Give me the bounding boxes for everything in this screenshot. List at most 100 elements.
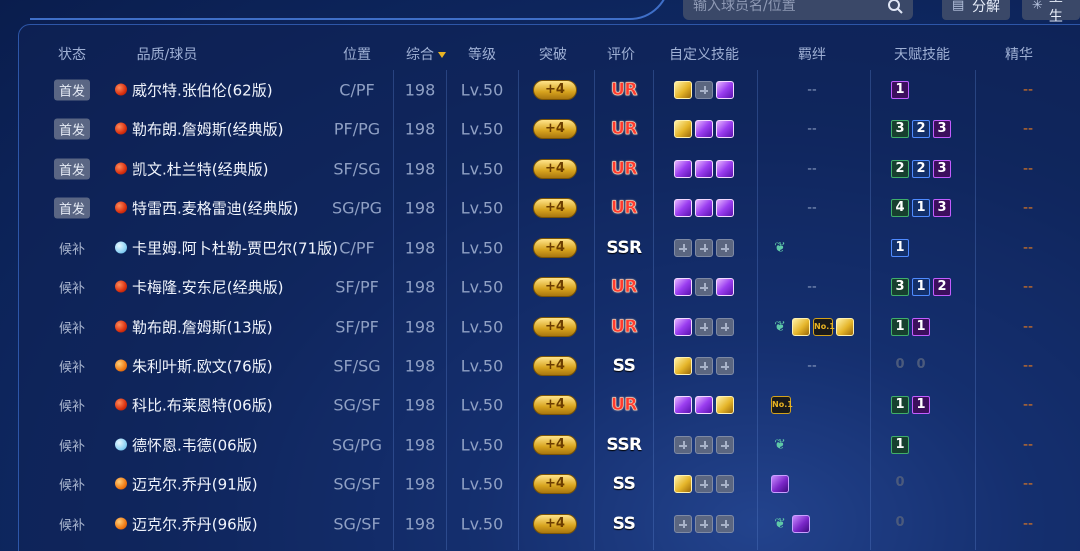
skill-icon[interactable] [674, 395, 692, 414]
table-row[interactable]: 候补 朱利叶斯.欧文(76版) SF/SG 198 Lv.50 +4 SS -- 0 0 -- [0, 346, 1040, 385]
talent-level[interactable]: 3 [933, 198, 951, 217]
skill-icon[interactable] [695, 198, 713, 217]
talent-level[interactable]: 1 [891, 80, 909, 99]
player-name-cell[interactable]: 德怀恩.韦德(06版) [115, 434, 258, 455]
bond-icon[interactable] [792, 514, 810, 533]
skill-icon[interactable] [674, 317, 692, 336]
skill-icon[interactable] [674, 80, 692, 99]
add-skill-icon[interactable] [674, 514, 692, 533]
skill-icon[interactable] [674, 119, 692, 138]
talent-level[interactable]: 1 [891, 238, 909, 257]
bond-emblem-icon[interactable]: ❦ [771, 318, 789, 336]
table-row[interactable]: 候补 迈克尔.乔丹(96版) SG/SF 198 Lv.50 +4 SS ❦ 0 -- [0, 504, 1040, 543]
talent-level[interactable]: 1 [912, 395, 930, 414]
talent-level[interactable]: 0 [891, 515, 909, 533]
skill-icon[interactable] [674, 474, 692, 493]
skill-icon[interactable] [674, 198, 692, 217]
table-row[interactable]: 候补 卡里姆.阿卜杜勒-贾巴尔(71版) C/PF 198 Lv.50 +4 SSR ❦ 1 -- [0, 228, 1040, 267]
bond-icon[interactable] [836, 317, 854, 336]
add-skill-icon[interactable] [695, 317, 713, 336]
player-name-cell[interactable]: 特雷西.麦格雷迪(经典版) [115, 197, 298, 218]
add-skill-icon[interactable] [716, 238, 734, 257]
skill-icon[interactable] [674, 356, 692, 375]
player-name-cell[interactable]: 科比.布莱恩特(06版) [115, 394, 273, 415]
bond-emblem-icon[interactable]: ❦ [771, 436, 789, 454]
table-row[interactable]: 候补 卡梅隆.安东尼(经典版) SF/PF 198 Lv.50 +4 UR -- 3 1 2 -- [0, 267, 1040, 306]
talent-level[interactable]: 2 [933, 277, 951, 296]
table-row[interactable]: 首发 威尔特.张伯伦(62版) C/PF 198 Lv.50 +4 UR -- 1 -- [0, 70, 1040, 109]
player-name-cell[interactable]: 迈克尔.乔丹(96版) [115, 513, 258, 534]
add-skill-icon[interactable] [695, 474, 713, 493]
talent-level[interactable]: 0 [891, 475, 909, 493]
search-icon[interactable] [887, 0, 903, 14]
player-name-cell[interactable]: 威尔特.张伯伦(62版) [115, 79, 273, 100]
talent-level[interactable]: 3 [933, 159, 951, 178]
player-name-cell[interactable]: 凯文.杜兰特(经典版) [115, 158, 268, 179]
header-overall[interactable]: 综合 [406, 44, 446, 64]
skill-icon[interactable] [716, 80, 734, 99]
add-skill-icon[interactable] [695, 238, 713, 257]
skill-icon[interactable] [716, 119, 734, 138]
skill-icon[interactable] [674, 277, 692, 296]
talent-level[interactable]: 1 [891, 435, 909, 454]
talent-level[interactable]: 1 [912, 277, 930, 296]
talent-level[interactable]: 1 [912, 317, 930, 336]
skill-icon[interactable] [695, 395, 713, 414]
bond-icon[interactable] [771, 474, 789, 493]
talent-level[interactable]: 2 [891, 159, 909, 178]
table-row[interactable]: 首发 凯文.杜兰特(经典版) SF/SG 198 Lv.50 +4 UR -- 2 2 3 -- [0, 149, 1040, 188]
talent-level[interactable]: 0 [912, 357, 930, 375]
table-row[interactable]: 候补 迈克尔.乔丹(91版) SG/SF 198 Lv.50 +4 SS 0 -- [0, 464, 1040, 503]
skill-icon[interactable] [716, 198, 734, 217]
talent-level[interactable]: 2 [912, 159, 930, 178]
add-skill-icon[interactable] [716, 317, 734, 336]
add-skill-icon[interactable] [695, 435, 713, 454]
bond-no1-icon[interactable]: No.1 [813, 317, 835, 336]
table-row[interactable]: 候补 勒布朗.詹姆斯(13版) SF/PF 198 Lv.50 +4 UR ❦ No.1 1 1 -- [0, 307, 1040, 346]
search-box[interactable] [683, 0, 913, 20]
bond-emblem-icon[interactable]: ❦ [771, 239, 789, 257]
bond-icon[interactable] [792, 317, 810, 336]
rebirth-button[interactable]: ✳ 重生 [1022, 0, 1080, 25]
add-skill-icon[interactable] [674, 435, 692, 454]
talent-level[interactable]: 0 [891, 357, 909, 375]
talent-level[interactable]: 3 [891, 119, 909, 138]
add-skill-icon[interactable] [716, 356, 734, 375]
player-name-cell[interactable]: 勒布朗.詹姆斯(13版) [115, 316, 273, 337]
player-name-cell[interactable]: 卡里姆.阿卜杜勒-贾巴尔(71版) [115, 237, 338, 258]
add-skill-icon[interactable] [674, 238, 692, 257]
table-row[interactable]: 候补 德怀恩.韦德(06版) SG/PG 198 Lv.50 +4 SSR ❦ 1 -- [0, 425, 1040, 464]
talent-level[interactable]: 3 [933, 119, 951, 138]
talent-level[interactable]: 4 [891, 198, 909, 217]
talent-level[interactable]: 3 [891, 277, 909, 296]
bond-no1-icon[interactable]: No.1 [771, 395, 793, 414]
add-skill-icon[interactable] [695, 277, 713, 296]
player-name-cell[interactable]: 勒布朗.詹姆斯(经典版) [115, 118, 283, 139]
table-row[interactable]: 候补 科比.布莱恩特(06版) SG/SF 198 Lv.50 +4 UR No.1 1 1 -- [0, 385, 1040, 424]
decompose-button[interactable]: ▤ 分解 [942, 0, 1010, 20]
skill-icon[interactable] [716, 277, 734, 296]
talent-level[interactable]: 2 [912, 119, 930, 138]
talent-level[interactable]: 1 [891, 317, 909, 336]
skill-icon[interactable] [695, 159, 713, 178]
player-name-cell[interactable]: 卡梅隆.安东尼(经典版) [115, 276, 283, 297]
player-name-cell[interactable]: 迈克尔.乔丹(91版) [115, 473, 258, 494]
skill-icon[interactable] [695, 119, 713, 138]
add-skill-icon[interactable] [695, 356, 713, 375]
talent-level[interactable]: 1 [891, 395, 909, 414]
player-name-cell[interactable]: 朱利叶斯.欧文(76版) [115, 355, 273, 376]
add-skill-icon[interactable] [695, 514, 713, 533]
talent-level[interactable]: 1 [912, 198, 930, 217]
add-skill-icon[interactable] [716, 435, 734, 454]
table-row[interactable]: 首发 勒布朗.詹姆斯(经典版) PF/PG 198 Lv.50 +4 UR -- 3 2 3 -- [0, 109, 1040, 148]
add-skill-icon[interactable] [716, 474, 734, 493]
bond-emblem-icon[interactable]: ❦ [771, 515, 789, 533]
skill-icon[interactable] [716, 159, 734, 178]
skill-icon[interactable] [716, 395, 734, 414]
table-row[interactable]: 首发 特雷西.麦格雷迪(经典版) SG/PG 198 Lv.50 +4 UR -- 4 1 3 -- [0, 188, 1040, 227]
add-skill-icon[interactable] [695, 80, 713, 99]
search-input[interactable] [693, 0, 873, 14]
skill-icon[interactable] [674, 159, 692, 178]
status-badge: 首发 [53, 79, 91, 100]
add-skill-icon[interactable] [716, 514, 734, 533]
